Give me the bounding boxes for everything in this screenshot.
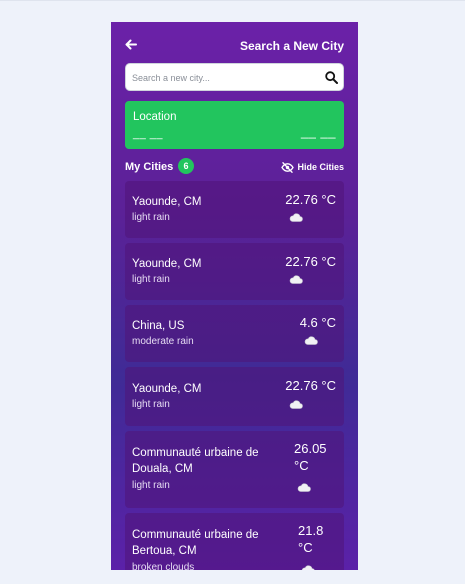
city-name: Yaounde, CM xyxy=(132,258,202,270)
city-weather-description: light rain xyxy=(132,399,170,410)
city-weather-description: light rain xyxy=(132,480,170,491)
city-temperature: 4.6 °C xyxy=(299,315,336,330)
city-weather-description: moderate rain xyxy=(132,336,194,347)
cloud-icon xyxy=(297,483,311,492)
header: Search a New City xyxy=(111,36,358,56)
my-cities-title: My Cities xyxy=(125,161,174,173)
city-weather-description: broken clouds xyxy=(132,562,195,570)
city-card[interactable]: Yaounde, CM light rain 22.76 °C xyxy=(125,367,344,426)
search-input[interactable] xyxy=(132,68,318,88)
cloud-icon xyxy=(289,400,303,409)
city-weather-description: light rain xyxy=(132,212,170,223)
city-name: Communauté urbaine de Douala, CM xyxy=(132,447,259,475)
city-temperature: 26.05 °C xyxy=(294,441,327,473)
city-temperature: 22.76 °C xyxy=(285,378,336,393)
city-card[interactable]: Communauté urbaine de Douala, CM light r… xyxy=(125,431,344,508)
cloud-icon xyxy=(301,565,315,570)
city-card[interactable]: China, US moderate rain 4.6 °C xyxy=(125,305,344,362)
city-temperature: 22.76 °C xyxy=(285,192,336,207)
my-cities-header: My Cities 6 Hide Cities xyxy=(125,158,344,176)
city-weather-description: light rain xyxy=(132,274,170,285)
city-card[interactable]: Yaounde, CM light rain 22.76 °C xyxy=(125,243,344,300)
city-name: Yaounde, CM xyxy=(132,383,202,395)
location-card[interactable]: Location __ __ __ __ xyxy=(125,101,344,149)
search-box xyxy=(125,63,344,91)
city-card[interactable]: Communauté urbaine de Bertoua, CM broken… xyxy=(125,513,344,570)
cloud-icon xyxy=(304,336,318,345)
hide-cities-label: Hide Cities xyxy=(297,162,344,172)
weather-app-panel: Search a New City Location __ __ __ __ M… xyxy=(111,22,358,570)
back-button[interactable] xyxy=(123,36,139,52)
city-temperature: 22.76 °C xyxy=(285,254,336,269)
search-icon[interactable] xyxy=(325,71,338,84)
cloud-icon xyxy=(289,213,303,222)
location-placeholder-left: __ __ xyxy=(133,128,164,140)
city-temperature: 21.8 °C xyxy=(298,523,324,555)
city-name: Communauté urbaine de Bertoua, CM xyxy=(132,529,259,557)
location-placeholder-right: __ __ xyxy=(300,124,336,139)
city-name: China, US xyxy=(132,320,185,332)
top-divider xyxy=(0,0,465,1)
city-card[interactable]: Yaounde, CM light rain 22.76 °C xyxy=(125,181,344,238)
arrow-left-icon xyxy=(125,39,137,49)
cloud-icon xyxy=(289,275,303,284)
eye-slash-icon xyxy=(281,161,295,173)
city-name: Yaounde, CM xyxy=(132,196,202,208)
page-title: Search a New City xyxy=(239,39,344,53)
location-title: Location xyxy=(133,111,177,123)
hide-cities-button[interactable]: Hide Cities xyxy=(281,160,344,174)
cities-count-badge: 6 xyxy=(178,158,194,174)
